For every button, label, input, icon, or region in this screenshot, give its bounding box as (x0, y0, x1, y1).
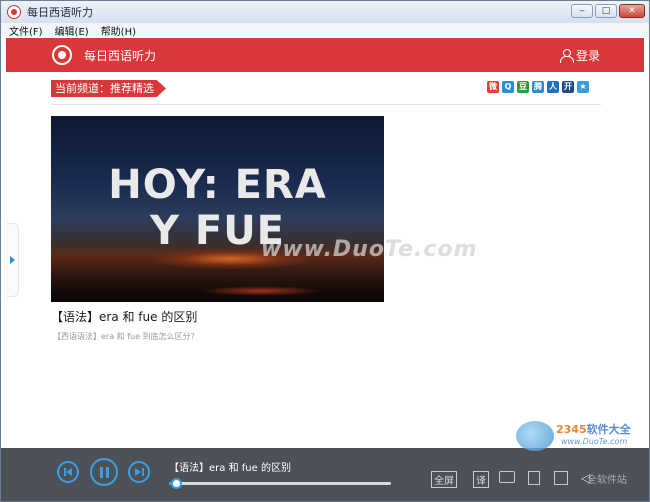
chevron-right-icon (10, 256, 15, 264)
corner-watermark-url: www.DuoTe.com (561, 437, 628, 446)
menu-edit[interactable]: 编辑(E) (55, 23, 89, 38)
window-controls: ‒ □ ✕ (571, 4, 645, 18)
previous-button[interactable] (57, 461, 79, 483)
star-icon[interactable]: ★ (577, 81, 589, 93)
app-logo-icon (7, 5, 21, 19)
channel-divider (51, 104, 601, 105)
progress-track[interactable] (169, 478, 391, 489)
menu-bar: 文件(F) 编辑(E) 帮助(H) (1, 23, 649, 38)
app-window: 每日西语听力 ‒ □ ✕ 文件(F) 编辑(E) 帮助(H) 每日西语听力 登录… (0, 0, 650, 502)
window-title: 每日西语听力 (27, 6, 93, 19)
menu-help[interactable]: 帮助(H) (101, 23, 136, 38)
app-header: 每日西语听力 登录 (6, 38, 644, 72)
document-icon[interactable] (528, 471, 540, 485)
fullscreen-button[interactable]: 全屏 (431, 471, 457, 488)
brand-name: 每日西语听力 (84, 48, 157, 63)
menu-file[interactable]: 文件(F) (9, 23, 43, 38)
pause-button[interactable] (90, 458, 118, 486)
tencent-icon[interactable]: 腾 (532, 81, 544, 93)
kaixin-icon[interactable]: 开 (562, 81, 574, 93)
minimize-button[interactable]: ‒ (571, 4, 593, 18)
corner-watermark: 2345软件大全 (556, 423, 631, 436)
thumbnail-text-line1: HOY: ERA (108, 162, 327, 208)
previous-icon (63, 468, 73, 476)
progress-handle[interactable] (171, 478, 182, 489)
watermark: www.DuoTe.com (261, 237, 478, 262)
next-icon (134, 468, 144, 476)
login-button[interactable]: 登录 (559, 47, 600, 64)
translate-button[interactable]: 译 (473, 471, 489, 488)
corner-watermark-tail: 全软件站 (587, 475, 627, 486)
login-label: 登录 (575, 49, 600, 63)
settings-icon[interactable] (554, 471, 568, 485)
subtitle-icon[interactable] (499, 471, 515, 483)
now-playing-title: 【语法】era 和 fue 的区别 (169, 463, 291, 474)
renren-icon[interactable]: 人 (547, 81, 559, 93)
pause-icon (99, 466, 109, 478)
article-subtitle: 【西语语法】era 和 fue 到底怎么区分？ (53, 332, 199, 341)
user-icon (559, 48, 574, 63)
douban-icon[interactable]: 豆 (517, 81, 529, 93)
sidebar-toggle[interactable] (7, 223, 19, 297)
next-button[interactable] (128, 461, 150, 483)
player-bar: 【语法】era 和 fue 的区别 全屏 译 ◁ (1, 448, 649, 501)
channel-tag: 当前频道：推荐精选 (51, 80, 166, 97)
close-button[interactable]: ✕ (619, 4, 645, 18)
article-title[interactable]: 【语法】era 和 fue 的区别 (51, 308, 197, 325)
article-thumbnail[interactable]: HOY: ERA Y FUE (51, 116, 384, 302)
mascot-icon (516, 421, 554, 451)
brand-logo-icon (52, 45, 72, 65)
title-bar: 每日西语听力 ‒ □ ✕ (1, 1, 649, 23)
share-icons: 微 Q 豆腾人开 ★ (487, 81, 589, 93)
qzone-icon[interactable]: Q (502, 81, 514, 93)
maximize-button[interactable]: □ (595, 4, 617, 18)
weibo-icon[interactable]: 微 (487, 81, 499, 93)
